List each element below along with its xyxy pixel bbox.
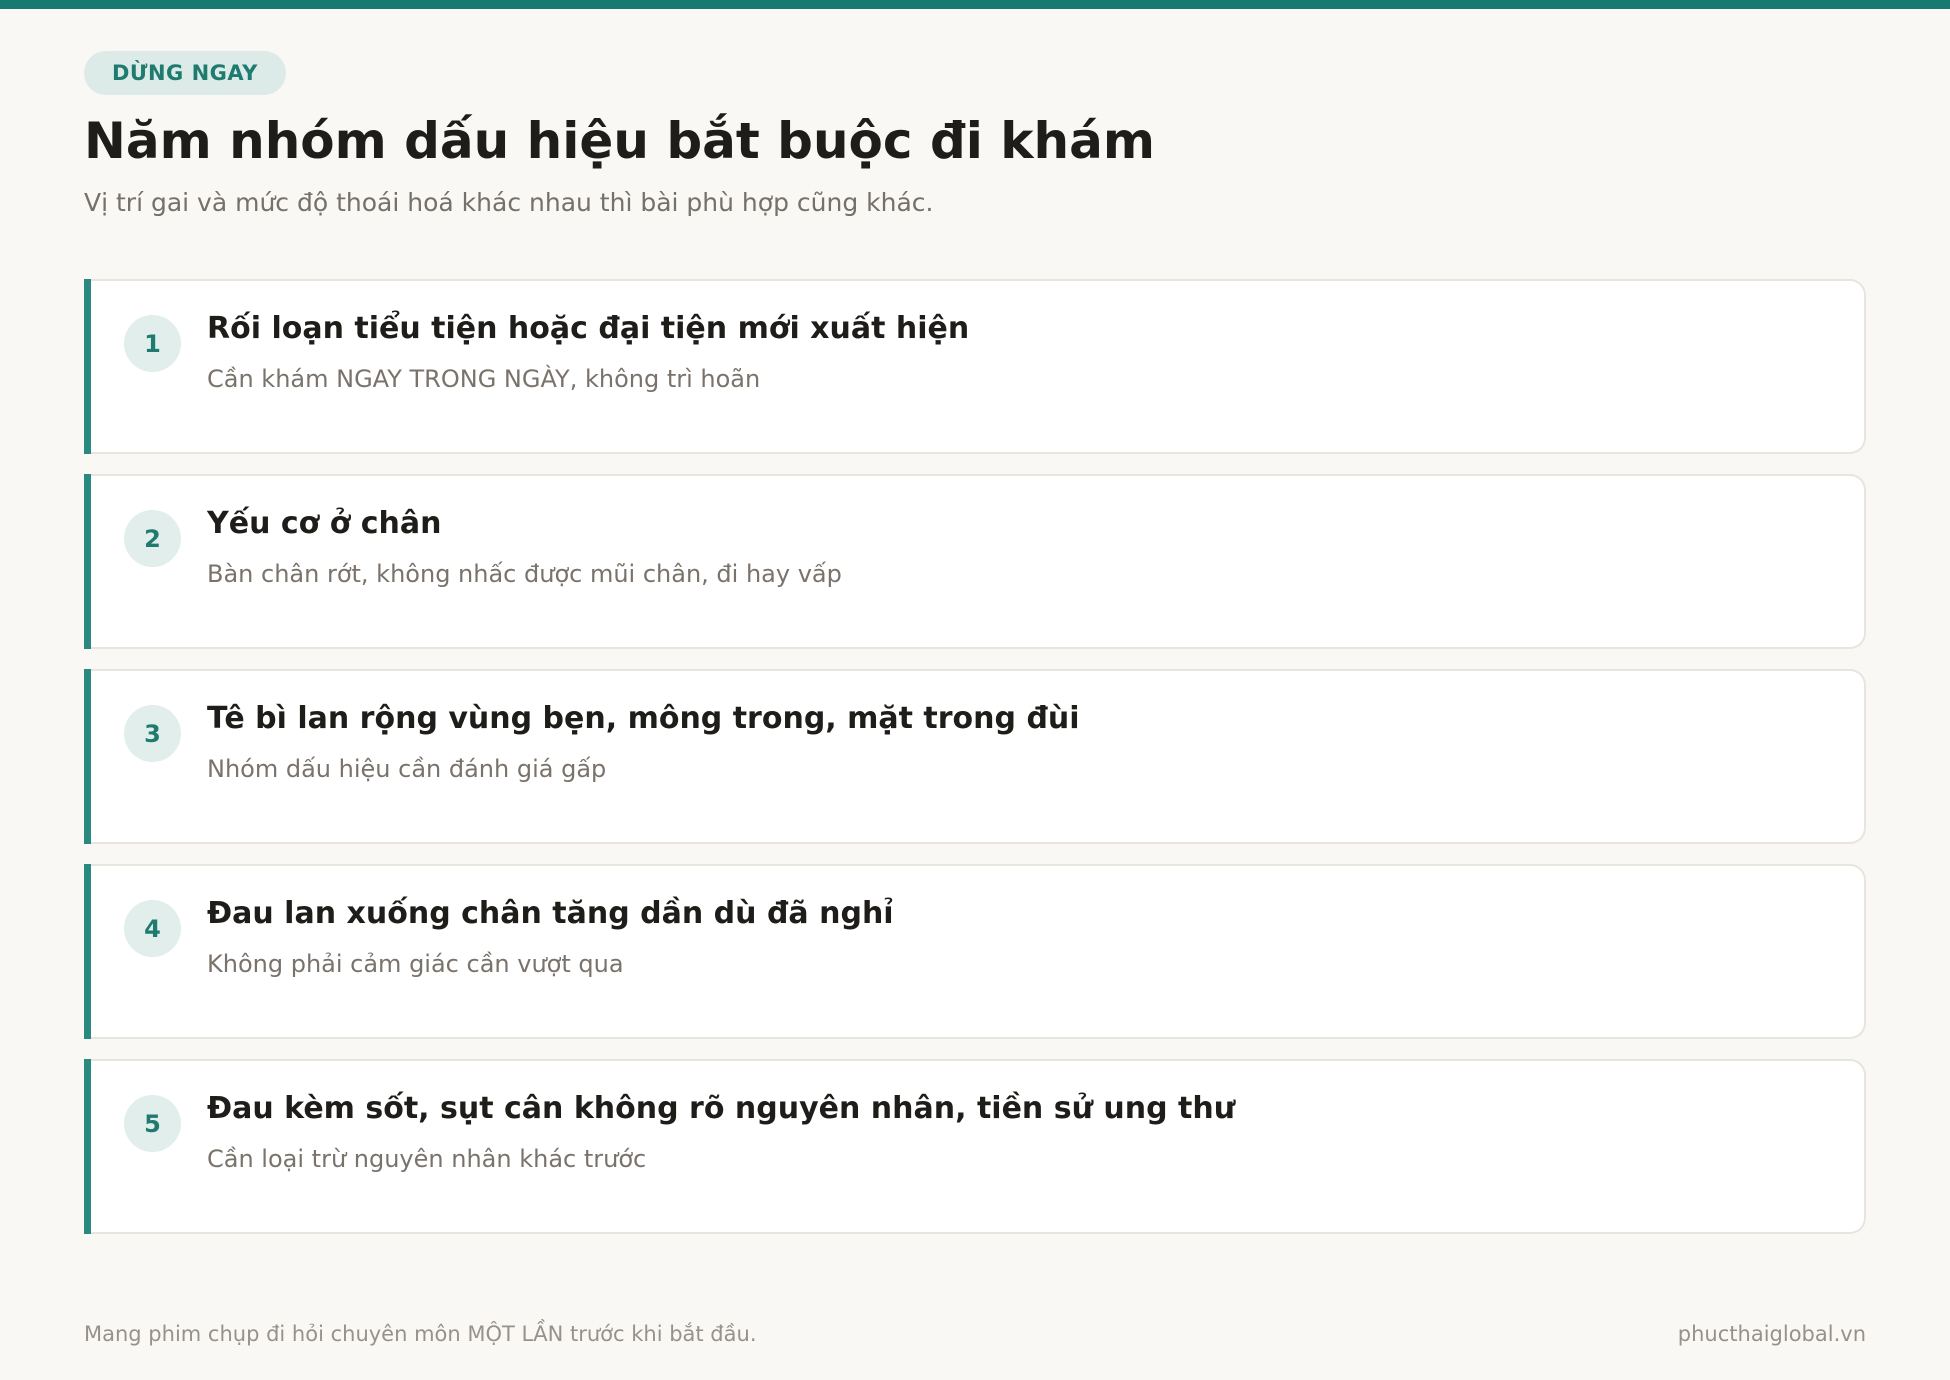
top-accent-bar bbox=[0, 0, 1950, 9]
list-item: 5 Đau kèm sốt, sụt cân không rõ nguyên n… bbox=[84, 1059, 1866, 1234]
item-title: Đau kèm sốt, sụt cân không rõ nguyên nhâ… bbox=[207, 1091, 1236, 1126]
item-number: 2 bbox=[124, 510, 181, 567]
list-item: 2 Yếu cơ ở chân Bàn chân rớt, không nhấc… bbox=[84, 474, 1866, 649]
item-description: Cần khám NGAY TRONG NGÀY, không trì hoãn bbox=[207, 365, 761, 393]
item-number: 1 bbox=[124, 315, 181, 372]
item-number: 3 bbox=[124, 705, 181, 762]
item-title: Yếu cơ ở chân bbox=[207, 506, 442, 541]
item-title: Tê bì lan rộng vùng bẹn, mông trong, mặt… bbox=[207, 701, 1080, 736]
item-description: Không phải cảm giác cần vượt qua bbox=[207, 950, 624, 978]
item-title: Đau lan xuống chân tăng dần dù đã nghỉ bbox=[207, 896, 894, 931]
footer-site-link[interactable]: phucthaiglobal.vn bbox=[1678, 1322, 1866, 1346]
list-item: 3 Tê bì lan rộng vùng bẹn, mông trong, m… bbox=[84, 669, 1866, 844]
page-title: Năm nhóm dấu hiệu bắt buộc đi khám bbox=[84, 112, 1155, 170]
warning-sign-list: 1 Rối loạn tiểu tiện hoặc đại tiện mới x… bbox=[84, 279, 1866, 1254]
footer-note: Mang phim chụp đi hỏi chuyên môn MỘT LẦN… bbox=[84, 1322, 757, 1346]
item-number: 5 bbox=[124, 1095, 181, 1152]
item-description: Cần loại trừ nguyên nhân khác trước bbox=[207, 1145, 647, 1173]
item-title: Rối loạn tiểu tiện hoặc đại tiện mới xuấ… bbox=[207, 311, 970, 346]
status-badge: DỪNG NGAY bbox=[84, 51, 286, 95]
list-item: 4 Đau lan xuống chân tăng dần dù đã nghỉ… bbox=[84, 864, 1866, 1039]
list-item: 1 Rối loạn tiểu tiện hoặc đại tiện mới x… bbox=[84, 279, 1866, 454]
item-description: Bàn chân rớt, không nhấc được mũi chân, … bbox=[207, 560, 842, 588]
page-subtitle: Vị trí gai và mức độ thoái hoá khác nhau… bbox=[84, 188, 934, 217]
item-number: 4 bbox=[124, 900, 181, 957]
item-description: Nhóm dấu hiệu cần đánh giá gấp bbox=[207, 755, 607, 783]
